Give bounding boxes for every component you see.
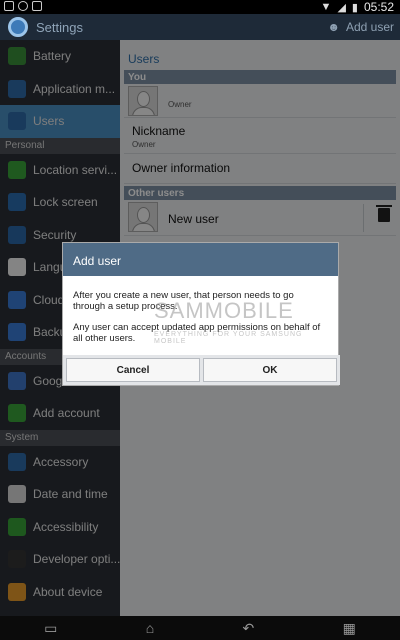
app-title: Settings — [36, 20, 83, 35]
battery-status-icon: ▮ — [351, 1, 358, 14]
add-user-button[interactable]: ☻ Add user — [327, 20, 394, 34]
sync-notification-icon — [18, 1, 28, 11]
screenshot-icon[interactable]: ▦ — [343, 620, 356, 637]
settings-gear-icon[interactable] — [8, 17, 28, 37]
cancel-button[interactable]: Cancel — [66, 358, 200, 382]
wifi-icon: ▼ — [320, 1, 332, 13]
action-bar: Settings ☻ Add user — [0, 14, 400, 40]
watermark-text: SAMMOBILE — [154, 298, 294, 323]
watermark-subtext: EVERYTHING FOR YOUR SAMSUNG MOBILE — [154, 331, 303, 345]
dialog-buttons: Cancel OK — [63, 355, 340, 385]
status-time: 05:52 — [363, 0, 394, 14]
back-icon[interactable]: ↶ — [243, 620, 255, 637]
home-icon[interactable]: ⌂ — [146, 620, 154, 636]
watermark: SAMMOBILE EVERYTHING FOR YOUR SAMSUNG MO… — [154, 298, 301, 345]
status-bar: ▼ ◢ ▮ 05:52 — [0, 0, 400, 14]
navigation-bar: ▭ ⌂ ↶ ▦ — [0, 616, 400, 640]
signal-icon: ◢ — [337, 1, 346, 14]
file-notification-icon — [32, 1, 42, 11]
image-notification-icon — [4, 1, 14, 11]
recent-apps-icon[interactable]: ▭ — [44, 620, 57, 637]
add-user-icon: ☻ — [327, 20, 340, 34]
ok-button[interactable]: OK — [203, 358, 337, 382]
dialog-title: Add user — [63, 243, 338, 276]
notification-icons — [4, 1, 42, 11]
add-user-label: Add user — [345, 20, 394, 34]
